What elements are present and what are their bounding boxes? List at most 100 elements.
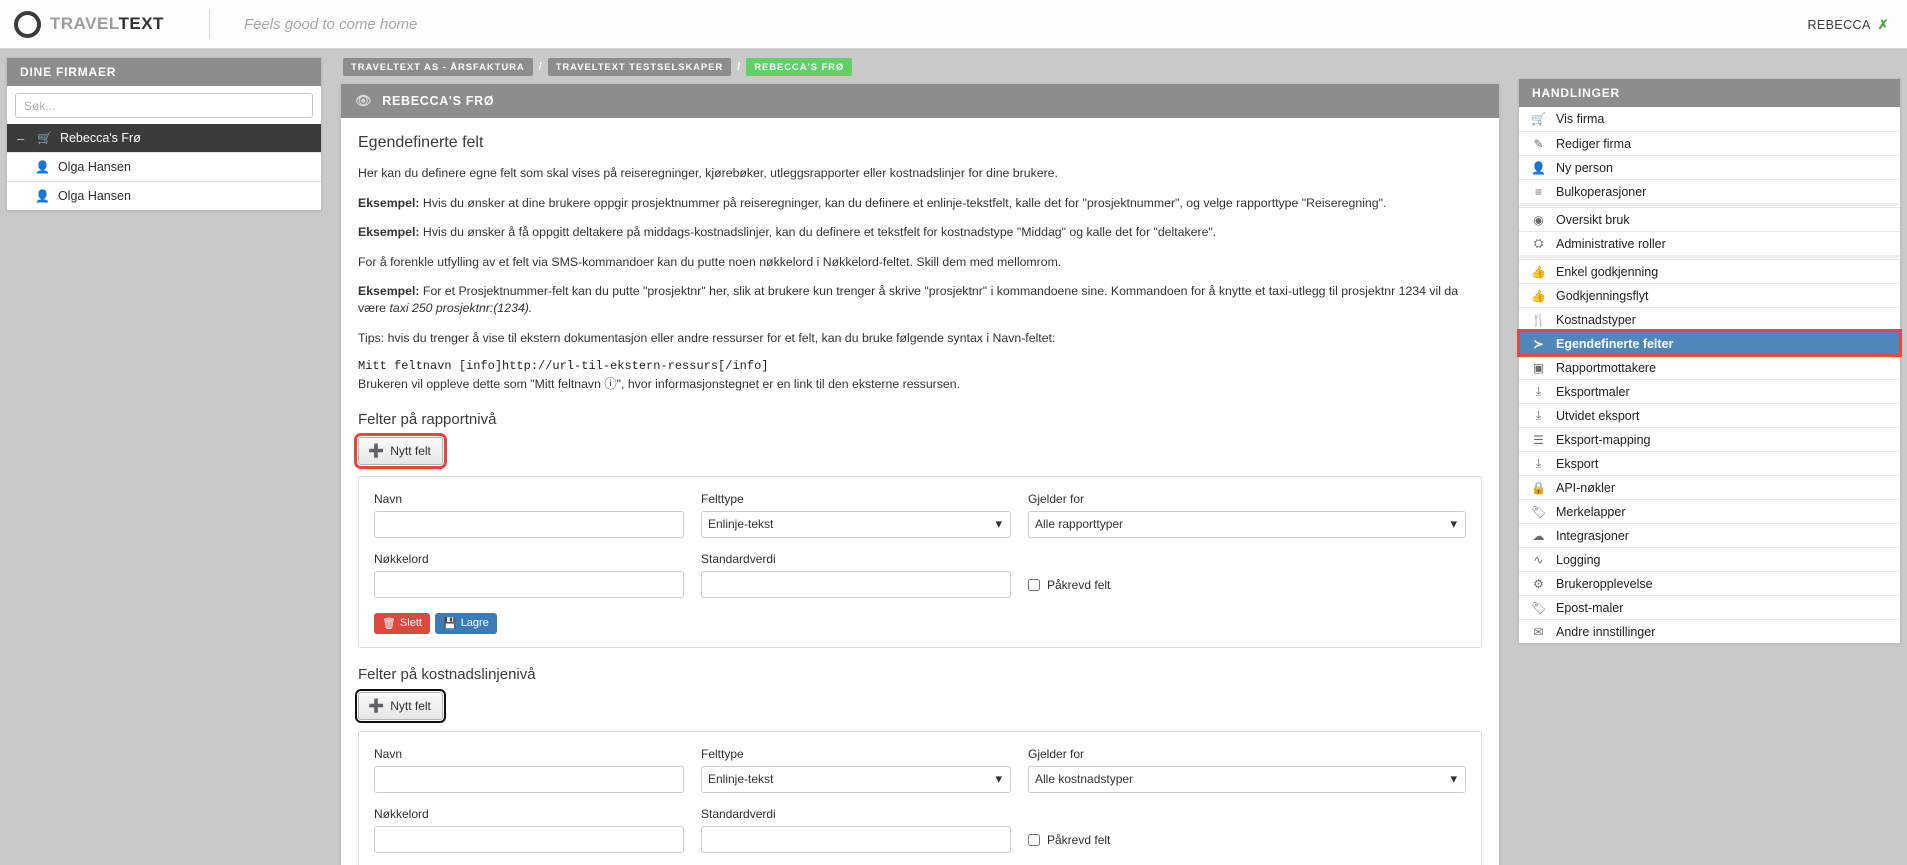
costline-navn-label: Navn [374,747,684,761]
action-item-label: Integrasjoner [1556,529,1629,543]
costline-gjelderfor-group: Gjelder for Alle kostnadstyper [1028,747,1466,793]
report-gjelderfor-label: Gjelder for [1028,492,1466,506]
action-item-enkel-godkjenning[interactable]: 👍Enkel godkjenning [1519,259,1900,283]
costline-pakrevd-group: Påkrevd felt [1028,807,1466,853]
example-text-1: Hvis du ønsker at dine brukere oppgir pr… [420,196,1387,210]
plus-icon: ➕ [368,443,384,459]
action-item-utvidet-eksport[interactable]: ⤓Utvidet eksport [1519,403,1900,427]
tree-item-person-2[interactable]: 👤 Olga Hansen [7,181,321,210]
example-paragraph-1: Eksempel: Hvis du ønsker at dine brukere… [358,195,1482,212]
tree-item-company[interactable]: ‒ 🛒 Rebecca's Frø [7,124,321,152]
report-save-button[interactable]: 💾 Lagre [435,613,497,634]
costline-gjelderfor-select-wrap: Alle kostnadstyper [1028,766,1466,793]
content-card-header: 👁 REBECCA'S FRØ [341,84,1499,118]
chevron-down-icon: ✗ [1878,17,1889,33]
report-felttype-select[interactable]: Enlinje-tekst [701,511,1011,538]
action-item-label: Vis firma [1556,112,1604,126]
costline-pakrevd-checkbox[interactable] [1028,834,1040,846]
action-item-vis-firma[interactable]: 🛒Vis firma [1519,107,1900,131]
collapse-toggle-icon[interactable]: ‒ [17,132,27,145]
costline-felttype-label: Felttype [701,747,1011,761]
costline-gjelderfor-select[interactable]: Alle kostnadstyper [1028,766,1466,793]
action-item-oversikt-bruk[interactable]: ◉ Oversikt bruk [1519,207,1900,231]
action-item-eksport-mapping[interactable]: ☰Eksport-mapping [1519,427,1900,451]
action-item-epost-maler[interactable]: 🏷Epost-maler [1519,595,1900,619]
example-text-2: Hvis du ønsker å få oppgitt deltakere på… [420,225,1217,239]
report-gjelderfor-select[interactable]: Alle rapporttyper [1028,511,1466,538]
edit-icon: ✎ [1531,137,1546,151]
report-level-field-grid: Navn Felttype Enlinje-tekst [374,492,1466,598]
brand-logo[interactable]: TRAVELTEXT [0,11,164,38]
page-title: REBECCA'S FRØ [382,94,494,108]
action-item-brukeropplevelse[interactable]: ⚙ Brukeropplevelse [1519,571,1900,595]
breadcrumb-item-2[interactable]: REBECCA'S FRØ [746,58,852,76]
action-item-rediger-firma[interactable]: ✎Rediger firma [1519,131,1900,155]
thumbs-up-icon: 👍 [1531,289,1546,303]
example-label-3: Eksempel: [358,284,420,298]
new-field-button-report-level-label: Nytt felt [390,444,431,458]
tree-item-person-1[interactable]: 👤 Olga Hansen [7,152,321,181]
action-item-merkelapper[interactable]: 🏷 Merkelapper [1519,499,1900,523]
user-menu-label: REBECCA [1807,18,1870,32]
action-item-eksportmaler[interactable]: ⤓Eksportmaler [1519,379,1900,403]
actions-panel-title: HANDLINGER [1519,79,1900,107]
company-search-wrapper [7,86,321,124]
section-heading: Egendefinerte felt [358,134,1482,152]
costline-level-field-panel: Navn Felttype Enlinje-tekst [358,731,1482,865]
costline-navn-input[interactable] [374,766,684,793]
action-item-integrasjoner[interactable]: ☁Integrasjoner [1519,523,1900,547]
action-item-godkjenningsflyt[interactable]: 👍Godkjenningsflyt [1519,283,1900,307]
report-gjelderfor-select-wrap: Alle rapporttyper [1028,511,1466,538]
action-item-egendefinerte-felter[interactable]: ≻Egendefinerte felter [1519,331,1900,355]
report-navn-group: Navn [374,492,684,538]
plus-icon: ➕ [368,698,384,714]
report-standardverdi-input[interactable] [701,571,1011,598]
action-item-label: Epost-maler [1556,601,1623,615]
content-card: 👁 REBECCA'S FRØ Egendefinerte felt Her k… [340,83,1500,865]
export-icon: ⤓ [1531,384,1546,399]
report-delete-button[interactable]: 🗑 Slett [374,613,430,634]
action-item-label: Merkelapper [1556,505,1625,519]
new-field-button-costline-level[interactable]: ➕ Nytt felt [358,692,443,720]
example-paragraph-3: Eksempel: For et Prosjektnummer-felt kan… [358,283,1482,316]
eye-icon: ◉ [1531,213,1546,227]
example-paragraph-2: Eksempel: Hvis du ønsker å få oppgitt de… [358,224,1482,241]
tag-icon: 🏷 [1531,505,1546,519]
user-menu[interactable]: REBECCA ✗ [1807,0,1889,49]
action-item-bulkoperasjoner[interactable]: ≡Bulkoperasjoner [1519,179,1900,203]
action-item-api-n-kler[interactable]: 🔒API-nøkler [1519,475,1900,499]
report-navn-input[interactable] [374,511,684,538]
action-item-label: Oversikt bruk [1556,213,1630,227]
report-save-label: Lagre [461,617,489,629]
action-item-logging[interactable]: ∿Logging [1519,547,1900,571]
breadcrumb-item-0[interactable]: TRAVELTEXT AS - ÅRSFAKTURA [343,58,533,76]
eye-icon: 👁 [355,93,372,109]
costline-felttype-select[interactable]: Enlinje-tekst [701,766,1011,793]
example-label-1: Eksempel: [358,196,420,210]
top-navigation-bar: TRAVELTEXT Feels good to come home REBEC… [0,0,1907,49]
action-item-ny-person[interactable]: 👤Ny person [1519,155,1900,179]
action-item-rapportmottakere[interactable]: ▣Rapportmottakere [1519,355,1900,379]
action-item-administrative-roller[interactable]: ⛭Administrative roller [1519,231,1900,255]
search-input[interactable] [15,93,313,118]
action-item-label: Eksport [1556,457,1598,471]
report-felttype-label: Felttype [701,492,1011,506]
report-pakrevd-checkbox[interactable] [1028,579,1040,591]
gear-icon: ⚙ [1531,577,1546,591]
report-nokkelord-input[interactable] [374,571,684,598]
report-level-heading: Felter på rapportnivå [358,411,1482,428]
main-content: TRAVELTEXT AS - ÅRSFAKTURA / TRAVELTEXT … [340,57,1500,865]
action-item-kostnadstyper[interactable]: 🍴Kostnadstyper [1519,307,1900,331]
action-item-andre-innstillinger[interactable]: ✉Andre innstillinger [1519,619,1900,643]
costline-nokkelord-input[interactable] [374,826,684,853]
action-item-label: Brukeropplevelse [1556,577,1653,591]
breadcrumb-item-1[interactable]: TRAVELTEXT TESTSELSKAPER [548,58,731,76]
brand-text-text: TEXT [118,14,163,33]
terminal-icon: ≻ [1531,337,1546,351]
new-field-button-report-level[interactable]: ➕ Nytt felt [358,437,443,465]
action-item-eksport[interactable]: ⤓Eksport [1519,451,1900,475]
report-pakrevd-row: Påkrevd felt [1028,578,1466,592]
brand-wordmark: TRAVELTEXT [50,14,164,34]
costline-standardverdi-input[interactable] [701,826,1011,853]
logo-ring-icon [14,11,41,38]
